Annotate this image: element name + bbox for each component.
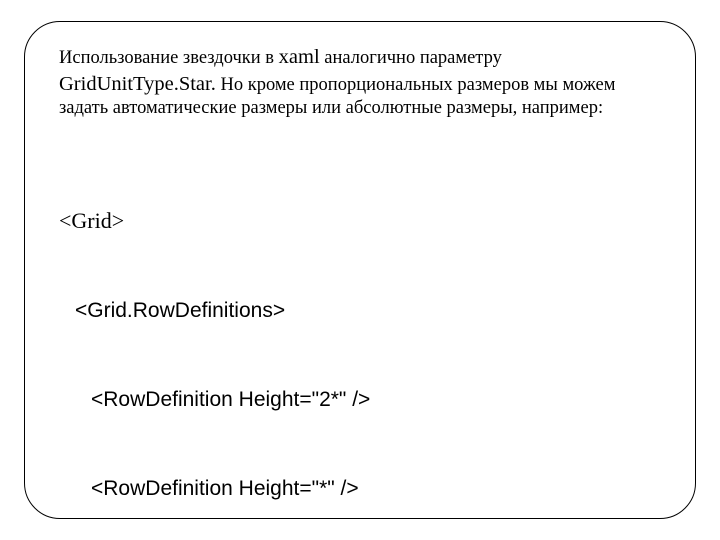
code-line: <RowDefinition Height="2*" />	[59, 385, 370, 415]
code-line: <Grid.RowDefinitions>	[59, 296, 285, 326]
intro-text-1: Использование звездочки в	[59, 48, 279, 68]
intro-paragraph: Использование звездочки в xaml аналогичн…	[59, 44, 661, 121]
content-card: Использование звездочки в xaml аналогичн…	[24, 21, 696, 519]
code-sample: <Grid> <Grid.RowDefinitions> <RowDefinit…	[59, 145, 661, 519]
intro-text-2: аналогично параметру	[320, 48, 502, 68]
code-line: <RowDefinition Height="*" />	[59, 474, 359, 504]
intro-keyword-gridunittype: GridUnitType.Star.	[59, 73, 216, 95]
intro-keyword-xaml: xaml	[279, 46, 320, 68]
code-line: <Grid>	[59, 208, 124, 233]
